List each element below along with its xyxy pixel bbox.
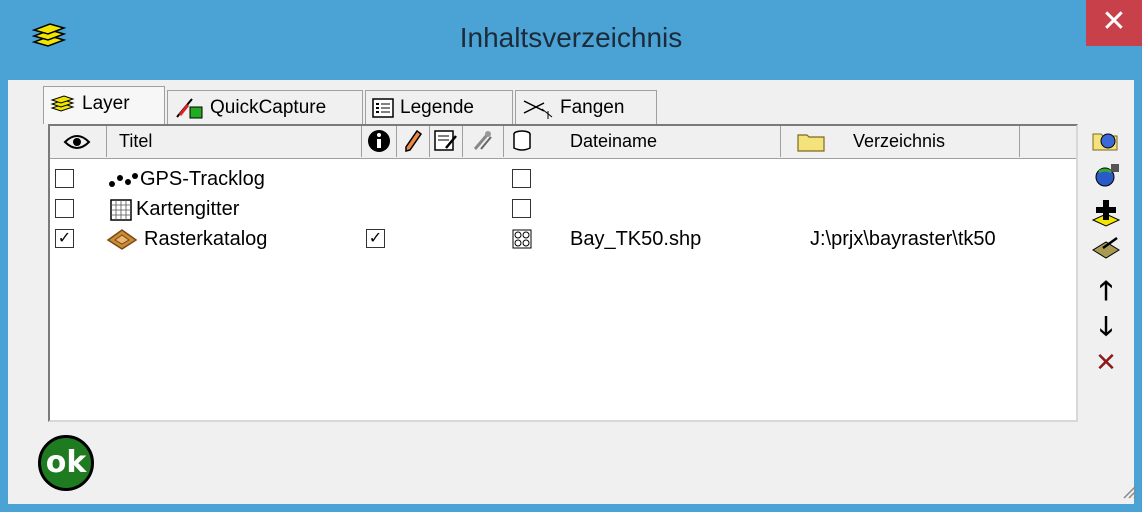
tab-label: Legende (400, 97, 474, 118)
info-icon (368, 130, 390, 152)
close-button[interactable]: ✕ (1086, 0, 1142, 46)
add-layer-from-catalog-button[interactable] (1088, 126, 1124, 158)
pencil-icon (405, 129, 423, 152)
symbol-checkbox[interactable] (512, 169, 531, 188)
layer-title: Rasterkatalog (144, 228, 268, 250)
layer-title: GPS-Tracklog (140, 168, 265, 190)
tools-icon (473, 131, 492, 150)
column-edit[interactable] (397, 126, 430, 157)
title-bar[interactable]: Inhaltsverzeichnis ✕ (0, 0, 1142, 80)
pattern-icon (512, 229, 532, 249)
list-header: Titel Dateiname Verzeichnis (50, 126, 1076, 159)
globe-folder-icon (1092, 133, 1118, 151)
grid-icon (110, 199, 132, 221)
tab-label: Fangen (560, 97, 625, 118)
layer-filename: Bay_TK50.shp (570, 228, 702, 250)
tab-quickcapture[interactable]: QuickCapture (167, 90, 363, 124)
visibility-checkbox[interactable] (55, 169, 74, 188)
symbol-checkbox[interactable] (512, 199, 531, 218)
raster-catalog-icon (106, 229, 138, 250)
layers-icon (50, 95, 75, 112)
tab-fangen[interactable]: Fangen (515, 90, 657, 124)
column-symbol[interactable] (463, 126, 504, 157)
delete-icon: ✕ (1095, 348, 1117, 378)
tab-label: Layer (82, 93, 130, 114)
list-item[interactable]: GPS-Tracklog (50, 166, 1076, 196)
window-title: Inhaltsverzeichnis (459, 22, 683, 53)
layer-list[interactable]: Titel Dateiname Verzeichnis GPS-Tracklog… (48, 124, 1078, 422)
tab-legende[interactable]: Legende (365, 90, 513, 124)
window: Inhaltsverzeichnis ✕ Layer QuickCapture (0, 0, 1142, 512)
column-filename[interactable]: Dateiname (504, 126, 781, 157)
tab-label: QuickCapture (210, 97, 327, 118)
arrow-down-icon: 🡓 (1099, 312, 1113, 342)
layer-directory: J:\prjx\bayraster\tk50 (810, 228, 996, 250)
add-web-layer-button[interactable] (1088, 162, 1124, 194)
resize-grip-icon[interactable] (1118, 480, 1138, 500)
checkmark-icon: ✓ (368, 230, 383, 247)
column-info[interactable] (362, 126, 397, 157)
move-up-button[interactable]: 🡑 (1088, 274, 1124, 306)
add-icon (1091, 200, 1121, 227)
column-directory-label: Verzeichnis (853, 131, 946, 151)
list-item[interactable]: ✓ Rasterkatalog ✓ Bay_TK50.shp J:\prjx\b… (50, 226, 1076, 256)
list-item[interactable]: Kartengitter (50, 196, 1076, 226)
properties-icon (434, 130, 457, 151)
quickcapture-icon (176, 98, 203, 119)
snap-icon (523, 100, 553, 119)
column-title-label: Titel (119, 131, 153, 151)
layer-properties-button[interactable] (1088, 234, 1124, 266)
info-checkbox[interactable]: ✓ (366, 229, 385, 248)
add-layer-button[interactable] (1088, 198, 1124, 230)
eye-icon (63, 135, 91, 149)
column-visibility[interactable] (50, 126, 107, 157)
dialog-body: Layer QuickCapture Legende Fangen Titel … (8, 80, 1137, 504)
tab-layer[interactable]: Layer (43, 86, 165, 124)
column-title[interactable]: Titel (107, 126, 362, 157)
globe-icon (1095, 164, 1119, 187)
column-properties[interactable] (430, 126, 463, 157)
ok-button[interactable]: ok (38, 435, 94, 491)
layer-edit-icon (1092, 236, 1120, 259)
arrow-up-icon: 🡑 (1099, 276, 1113, 306)
layer-title: Kartengitter (136, 198, 240, 220)
gps-track-icon (109, 173, 138, 187)
folder-icon (797, 134, 825, 152)
visibility-checkbox[interactable] (55, 199, 74, 218)
column-filename-label: Dateiname (570, 131, 658, 151)
checkmark-icon: ✓ (57, 230, 72, 247)
move-down-button[interactable]: 🡓 (1088, 310, 1124, 342)
column-directory[interactable]: Verzeichnis (781, 126, 1020, 157)
legend-icon (372, 98, 394, 118)
visibility-checkbox[interactable]: ✓ (55, 229, 74, 248)
remove-layer-button[interactable]: ✕ (1088, 346, 1124, 378)
database-icon (513, 130, 531, 151)
